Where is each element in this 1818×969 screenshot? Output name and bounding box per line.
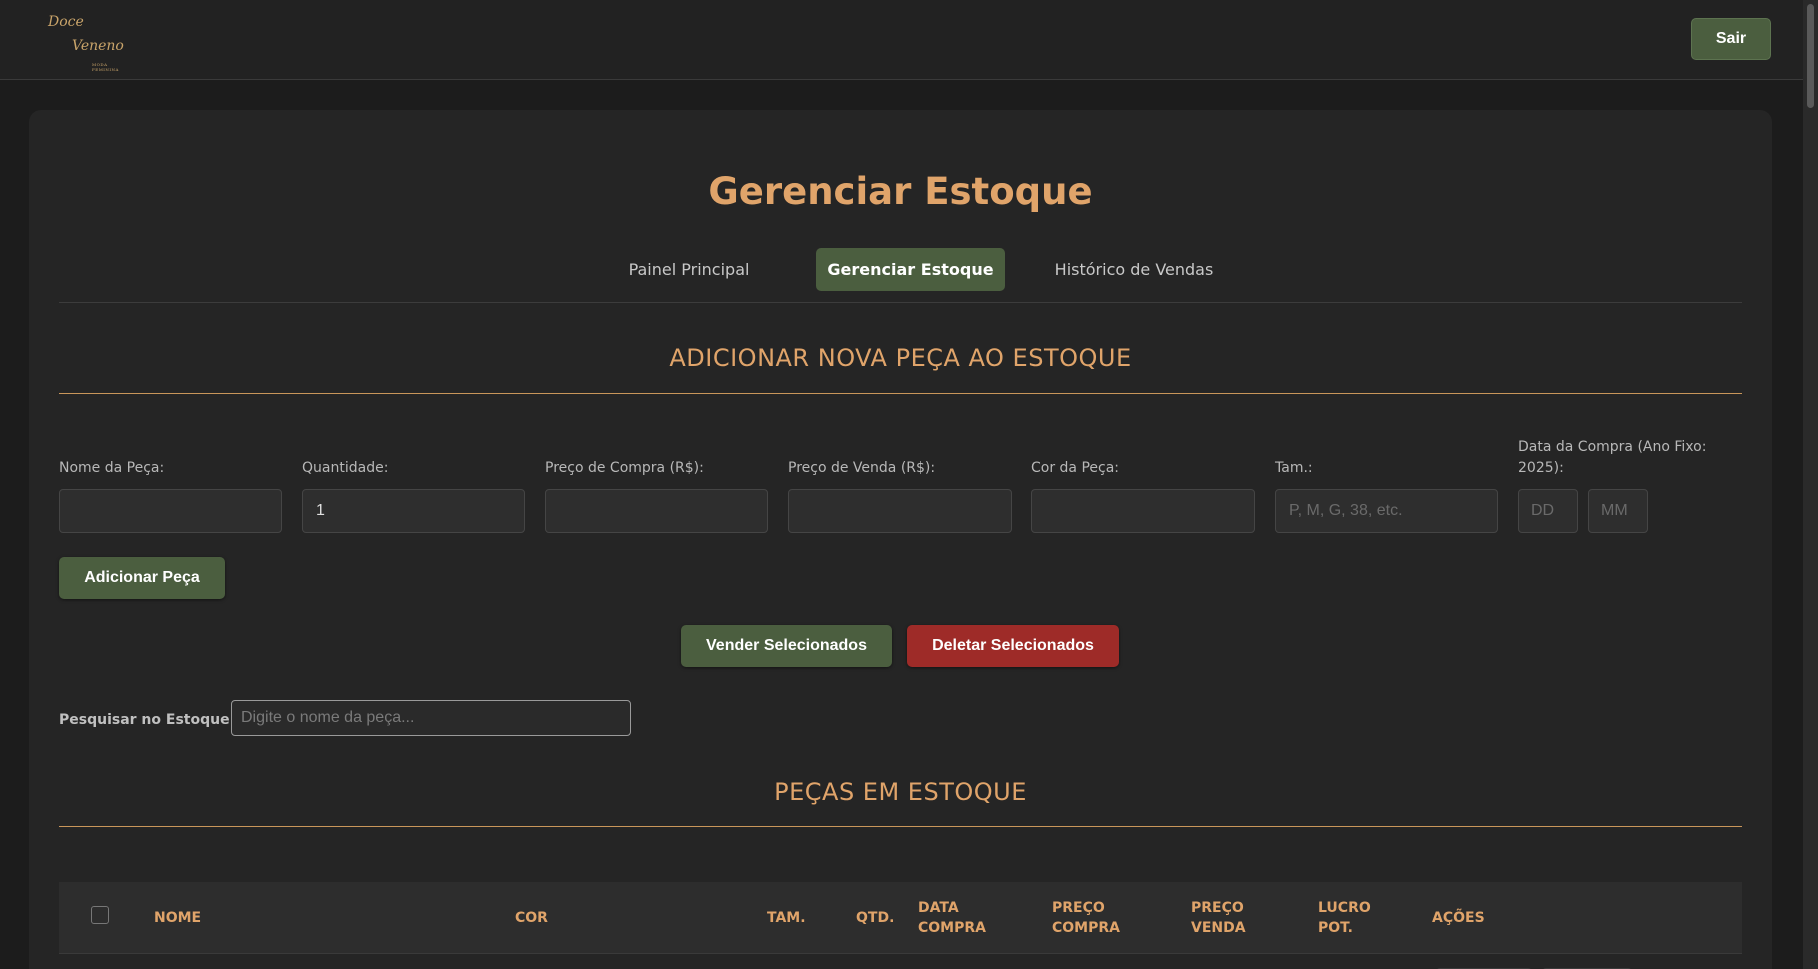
size-input[interactable] [1275,489,1498,533]
size-label: Tam.: [1275,460,1313,476]
column-header-nome[interactable]: NOME [154,908,201,928]
name-label: Nome da Peça: [59,460,165,476]
select-all-checkbox[interactable] [91,906,109,924]
page-scrollbar[interactable] [1803,0,1818,969]
column-header-tam[interactable]: TAM. [767,908,806,928]
column-header-preco-compra[interactable]: PREÇO COMPRA [1052,898,1132,938]
delete-selected-button[interactable]: Deletar Selecionados [907,625,1119,667]
column-header-lucro-pot[interactable]: LUCRO POT. [1318,898,1378,938]
scrollbar-thumb[interactable] [1807,4,1814,108]
add-section-divider [59,393,1742,394]
stock-section-title: PEÇAS EM ESTOQUE [774,778,1027,806]
column-header-data-compra[interactable]: DATA COMPRA [918,898,998,938]
date-day-input[interactable] [1518,489,1578,533]
sell-selected-button[interactable]: Vender Selecionados [681,625,892,667]
purchase-price-input[interactable] [545,489,768,533]
date-month-input[interactable] [1588,489,1648,533]
brand-logo[interactable]: Doce Veneno MODA FEMININA [48,8,134,72]
column-header-cor[interactable]: COR [515,908,548,928]
sale-price-label: Preço de Venda (R$): [788,460,936,476]
top-bar: Doce Veneno MODA FEMININA Sair [0,0,1803,80]
main-card: Gerenciar Estoque Painel Principal Geren… [29,110,1772,969]
sale-price-input[interactable] [788,489,1012,533]
logo-tagline: MODA FEMININA [92,62,119,72]
color-input[interactable] [1031,489,1255,533]
nav-tabs: Painel Principal Gerenciar Estoque Histó… [59,248,1742,303]
page-title: Gerenciar Estoque [708,170,1093,213]
logo-line-1: Doce [48,14,84,30]
column-header-acoes: AÇÕES [1432,910,1485,926]
add-section-title: ADICIONAR NOVA PEÇA AO ESTOQUE [669,344,1132,372]
search-label: Pesquisar no Estoque: [59,712,236,728]
tab-historico-vendas[interactable]: Histórico de Vendas [1044,248,1224,291]
logout-button[interactable]: Sair [1691,18,1771,60]
column-header-qtd[interactable]: QTD. [856,908,894,928]
tab-painel-principal[interactable]: Painel Principal [619,248,759,291]
name-input[interactable] [59,489,282,533]
logo-line-2: Veneno [72,38,124,54]
quantity-label: Quantidade: [302,460,389,476]
quantity-input[interactable] [302,489,525,533]
search-input[interactable] [231,700,631,736]
stock-section-divider [59,826,1742,827]
purchase-date-label: Data da Compra (Ano Fixo: 2025): [1518,439,1707,476]
purchase-price-label: Preço de Compra (R$): [545,460,704,476]
column-header-preco-venda[interactable]: PREÇO VENDA [1191,898,1261,938]
stock-table-header: NOME COR TAM. QTD. DATA COMPRA PREÇO COM… [59,882,1742,954]
add-item-button[interactable]: Adicionar Peça [59,557,225,599]
color-label: Cor da Peça: [1031,460,1120,476]
tab-gerenciar-estoque[interactable]: Gerenciar Estoque [816,248,1005,291]
